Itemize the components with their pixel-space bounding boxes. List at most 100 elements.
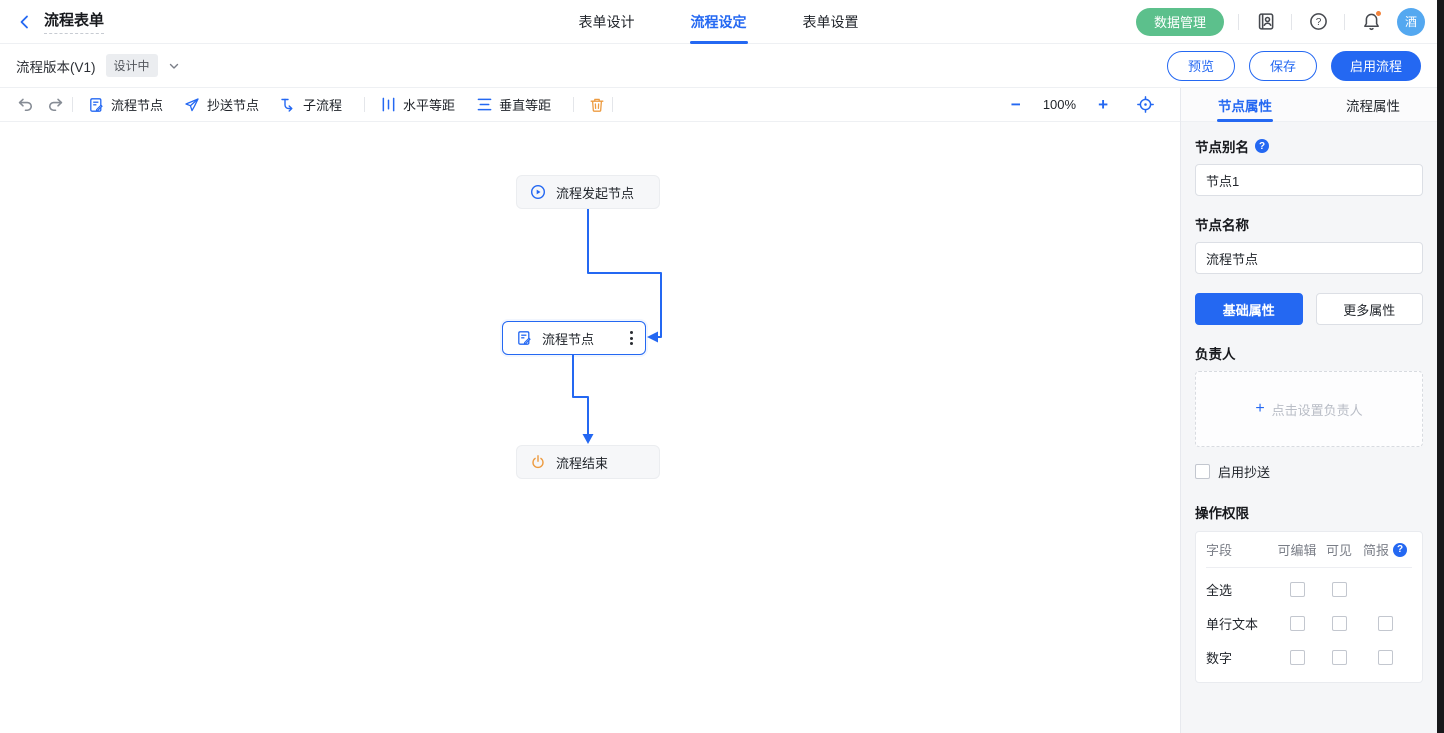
redo-icon[interactable] — [46, 96, 64, 114]
enable-flow-button[interactable]: 启用流程 — [1331, 51, 1421, 81]
preview-button[interactable]: 预览 — [1167, 51, 1235, 81]
add-flow-node-label: 流程节点 — [111, 95, 163, 114]
header-right: 数据管理 ? 酒 — [1136, 8, 1437, 36]
notification-dot — [1375, 10, 1382, 17]
undo-icon[interactable] — [16, 96, 34, 114]
save-button[interactable]: 保存 — [1249, 51, 1317, 81]
tab-node-properties[interactable]: 节点属性 — [1218, 88, 1272, 121]
row-field-label: 数字 — [1206, 648, 1274, 667]
plus-icon: + — [1255, 401, 1264, 417]
trash-icon[interactable] — [588, 96, 606, 114]
add-subflow-button[interactable]: 子流程 — [279, 95, 342, 114]
window-edge-strip — [1437, 0, 1444, 733]
doc-pen-icon — [87, 96, 105, 114]
version-actions: 预览 保存 启用流程 — [1167, 51, 1437, 81]
main-tabs: 表单设计 流程设定 表单设置 — [579, 0, 859, 44]
tab-form-design[interactable]: 表单设计 — [579, 0, 635, 44]
back-icon[interactable] — [16, 13, 34, 31]
divider — [573, 97, 574, 112]
flow-canvas[interactable]: 流程发起节点 流程节点 流程结束 — [0, 122, 1180, 733]
node-menu-kebab-icon[interactable] — [628, 329, 635, 347]
brief-help-icon[interactable]: ? — [1393, 543, 1407, 557]
avatar[interactable]: 酒 — [1397, 8, 1425, 36]
flow-node-end[interactable]: 流程结束 — [516, 445, 660, 479]
top-header: 流程表单 表单设计 流程设定 表单设置 数据管理 ? — [0, 0, 1437, 44]
divider — [1238, 14, 1239, 30]
set-owner-placeholder: 点击设置负责人 — [1272, 400, 1363, 419]
data-manage-button[interactable]: 数据管理 — [1136, 8, 1224, 36]
divider — [1291, 14, 1292, 30]
flow-node-task-label: 流程节点 — [542, 329, 594, 348]
alias-input[interactable] — [1195, 164, 1423, 196]
panel-body: 节点别名 ? 节点名称 基础属性 更多属性 负责人 + 点击设置负责人 启用抄 — [1181, 122, 1437, 683]
play-circle-icon — [530, 184, 546, 200]
permission-row-text: 单行文本 — [1206, 610, 1412, 636]
h-distribute-button[interactable]: 水平等距 — [379, 95, 455, 114]
editable-checkbox[interactable] — [1290, 650, 1305, 665]
col-visible: 可见 — [1326, 540, 1352, 559]
notification-bell-icon[interactable] — [1359, 10, 1383, 34]
more-attrs-button[interactable]: 更多属性 — [1316, 293, 1424, 325]
add-cc-node-label: 抄送节点 — [207, 95, 259, 114]
set-owner-button[interactable]: + 点击设置负责人 — [1195, 371, 1423, 447]
divider — [72, 97, 73, 112]
attr-tab-buttons: 基础属性 更多属性 — [1195, 293, 1423, 325]
visible-checkbox[interactable] — [1332, 616, 1347, 631]
header-left: 流程表单 — [0, 9, 104, 34]
enable-cc-checkbox[interactable] — [1195, 464, 1210, 479]
owner-label: 负责人 — [1195, 343, 1236, 363]
flow-node-start-label: 流程发起节点 — [556, 183, 634, 202]
locate-crosshair-icon[interactable] — [1136, 96, 1154, 114]
enable-cc-row[interactable]: 启用抄送 — [1195, 462, 1423, 481]
editable-checkbox[interactable] — [1290, 616, 1305, 631]
version-label: 流程版本(V1) — [16, 56, 96, 76]
svg-text:?: ? — [1315, 17, 1321, 28]
brief-checkbox[interactable] — [1378, 616, 1393, 631]
address-book-icon[interactable] — [1253, 10, 1277, 34]
basic-attrs-button[interactable]: 基础属性 — [1195, 293, 1303, 325]
page-title[interactable]: 流程表单 — [44, 9, 104, 34]
flow-node-end-label: 流程结束 — [556, 453, 608, 472]
tab-flow-setting[interactable]: 流程设定 — [691, 0, 747, 44]
h-distribute-icon — [379, 96, 397, 114]
node-name-input[interactable] — [1195, 242, 1423, 274]
help-icon[interactable]: ? — [1306, 10, 1330, 34]
app-window: 流程表单 表单设计 流程设定 表单设置 数据管理 ? — [0, 0, 1444, 733]
add-cc-node-button[interactable]: 抄送节点 — [183, 95, 259, 114]
visible-checkbox[interactable] — [1332, 582, 1347, 597]
divider — [1344, 14, 1345, 30]
divider — [612, 97, 613, 112]
zoom-in-button[interactable]: + — [1098, 96, 1108, 113]
flow-node-task[interactable]: 流程节点 — [502, 321, 646, 355]
version-chevron-down-icon[interactable] — [168, 60, 180, 72]
row-field-label: 全选 — [1206, 580, 1274, 599]
permission-row-number: 数字 — [1206, 644, 1412, 670]
alias-help-icon[interactable]: ? — [1255, 139, 1269, 153]
subflow-branch-icon — [279, 96, 297, 114]
col-editable: 可编辑 — [1277, 540, 1316, 559]
zoom-controls: − 100% + — [1011, 96, 1164, 114]
zoom-out-button[interactable]: − — [1011, 96, 1021, 113]
v-distribute-label: 垂直等距 — [499, 95, 551, 114]
v-distribute-button[interactable]: 垂直等距 — [475, 95, 551, 114]
permissions-header: 字段 可编辑 可见 简报 ? — [1206, 532, 1412, 568]
h-distribute-label: 水平等距 — [403, 95, 455, 114]
alias-label-row: 节点别名 ? — [1195, 136, 1423, 156]
row-field-label: 单行文本 — [1206, 614, 1274, 633]
enable-cc-label: 启用抄送 — [1218, 462, 1270, 481]
permission-row-all: 全选 — [1206, 576, 1412, 602]
alias-label: 节点别名 — [1195, 136, 1249, 156]
doc-pen-icon — [516, 330, 532, 346]
tab-flow-properties[interactable]: 流程属性 — [1346, 88, 1400, 121]
tab-form-config[interactable]: 表单设置 — [803, 0, 859, 44]
brief-checkbox[interactable] — [1378, 650, 1393, 665]
power-icon — [530, 454, 546, 470]
v-distribute-icon — [475, 96, 493, 114]
divider — [364, 97, 365, 112]
col-field: 字段 — [1206, 540, 1232, 559]
add-flow-node-button[interactable]: 流程节点 — [87, 95, 163, 114]
visible-checkbox[interactable] — [1332, 650, 1347, 665]
editable-checkbox[interactable] — [1290, 582, 1305, 597]
paper-plane-icon — [183, 96, 201, 114]
flow-node-start[interactable]: 流程发起节点 — [516, 175, 660, 209]
